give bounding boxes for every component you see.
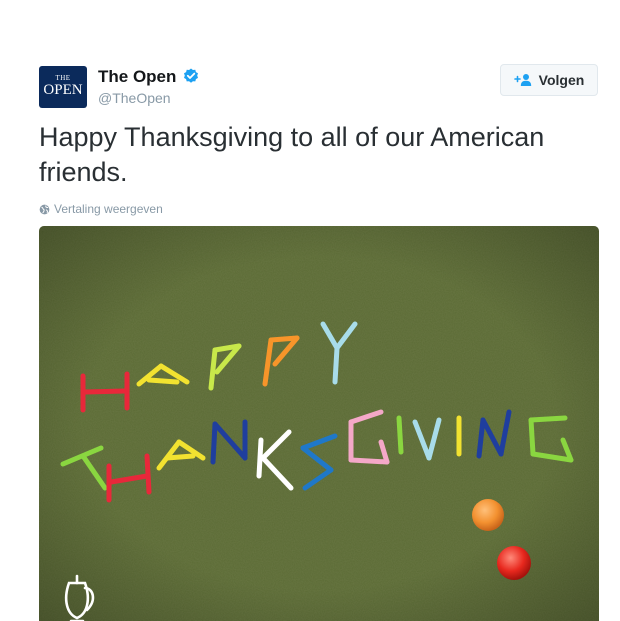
author-display-name[interactable]: The Open [98,67,176,87]
avatar[interactable]: THE OPEN [39,66,87,108]
follow-button-label: Volgen [538,72,585,88]
author-handle[interactable]: @TheOpen [98,90,171,106]
tweet-text: Happy Thanksgiving to all of our America… [39,122,545,187]
globe-icon [39,204,50,214]
tweet-card: THE OPEN The Open @TheOpen Volgen Happy … [0,0,620,621]
orange-golf-ball [472,499,504,531]
follow-button[interactable]: Volgen [500,64,598,96]
avatar-text-small: THE [55,74,71,82]
verified-badge-icon [184,68,198,83]
tweet-photo[interactable] [39,226,599,621]
translate-link[interactable]: Vertaling weergeven [39,202,163,216]
avatar-text-big: OPEN [43,82,83,98]
red-golf-ball [497,546,531,580]
add-user-icon [513,74,531,86]
translate-link-label: Vertaling weergeven [54,202,163,216]
